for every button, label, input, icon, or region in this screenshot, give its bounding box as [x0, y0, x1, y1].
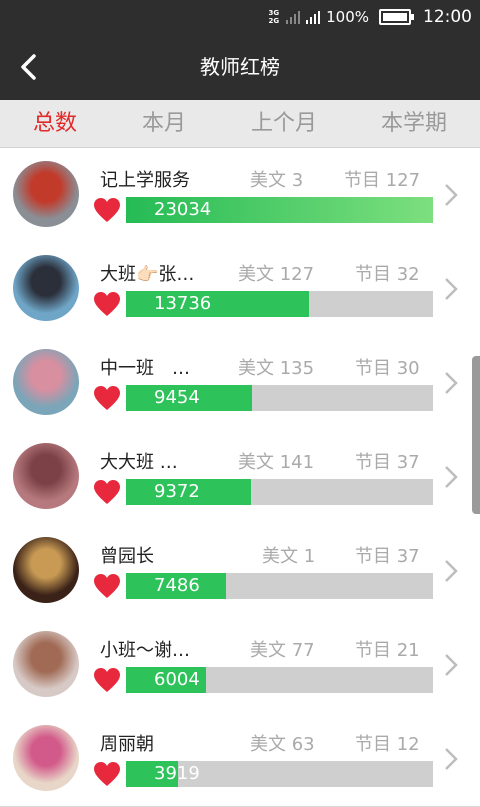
programs-count: 节目 30 [355, 358, 420, 379]
chevron-right-icon [445, 748, 458, 770]
heart-icon [94, 668, 120, 692]
avatar [13, 537, 79, 603]
heart-icon [94, 386, 120, 410]
score-bar: 3919 [126, 761, 433, 787]
score-bar: 9372 [126, 479, 433, 505]
programs-count: 节目 32 [355, 264, 420, 285]
tab-total[interactable]: 总数 [0, 100, 110, 147]
scrollbar[interactable] [472, 356, 480, 514]
score-bar: 13736 [126, 291, 433, 317]
score-value: 9372 [154, 481, 200, 502]
avatar [13, 725, 79, 791]
articles-count: 美文 3 [250, 170, 304, 191]
teacher-name: 周丽朝 [100, 734, 154, 755]
avatar [13, 161, 79, 227]
avatar [13, 349, 79, 415]
heart-icon [94, 480, 120, 504]
score-value: 7486 [154, 575, 200, 596]
list-item[interactable]: 中一班 … 美文 135 节目 30 9454 [0, 336, 480, 431]
chevron-right-icon [445, 372, 458, 394]
avatar [13, 631, 79, 697]
score-value: 3919 [154, 763, 200, 784]
list-item[interactable]: 周丽朝 美文 63 节目 12 3919 [0, 712, 480, 807]
status-bar: 3G 2G 100% 12:00 [0, 0, 480, 34]
battery-icon [379, 9, 414, 25]
chevron-right-icon [445, 560, 458, 582]
score-bar: 7486 [126, 573, 433, 599]
network-indicator: 3G 2G [268, 9, 280, 25]
heart-icon [94, 198, 120, 222]
score-value: 9454 [154, 387, 200, 408]
tab-this-month[interactable]: 本月 [109, 100, 219, 147]
heart-icon [94, 574, 120, 598]
clock: 12:00 [423, 7, 472, 27]
tab-last-month[interactable]: 上个月 [229, 100, 339, 147]
articles-count: 美文 77 [250, 640, 315, 661]
articles-count: 美文 127 [238, 264, 315, 285]
programs-count: 节目 37 [355, 546, 420, 567]
page-title: 教师红榜 [200, 55, 280, 79]
programs-count: 节目 21 [355, 640, 420, 661]
articles-count: 美文 141 [238, 452, 315, 473]
articles-count: 美文 1 [262, 546, 316, 567]
header-bar: 教师红榜 [0, 34, 480, 100]
heart-icon [94, 762, 120, 786]
teacher-name: 小班～谢… [100, 640, 190, 661]
teacher-name: 大大班 … [100, 452, 178, 473]
list-item[interactable]: 小班～谢… 美文 77 节目 21 6004 [0, 618, 480, 713]
chevron-right-icon [445, 466, 458, 488]
list-item[interactable]: 记上学服务 美文 3 节目 127 23034 [0, 148, 480, 243]
articles-count: 美文 135 [238, 358, 315, 379]
programs-count: 节目 127 [344, 170, 421, 191]
avatar [13, 255, 79, 321]
teacher-name: 大班👉🏻张… [100, 264, 195, 285]
programs-count: 节目 12 [355, 734, 420, 755]
teacher-name: 记上学服务 [100, 170, 190, 191]
signal-icon-2 [306, 11, 321, 24]
chevron-right-icon [445, 654, 458, 676]
heart-icon [94, 292, 120, 316]
teacher-name: 中一班 … [100, 358, 190, 379]
score-value: 6004 [154, 669, 200, 690]
battery-percent: 100% [326, 8, 369, 26]
ranking-list: 记上学服务 美文 3 节目 127 23034 大班👉🏻张… 美文 127 节目… [0, 148, 480, 807]
chevron-right-icon [445, 184, 458, 206]
score-bar: 23034 [126, 197, 433, 223]
score-value: 13736 [154, 293, 212, 314]
score-bar: 9454 [126, 385, 433, 411]
chevron-right-icon [445, 278, 458, 300]
teacher-name: 曾园长 [100, 546, 154, 567]
score-bar: 6004 [126, 667, 433, 693]
score-value: 23034 [154, 199, 212, 220]
signal-icon [286, 11, 301, 24]
programs-count: 节目 37 [355, 452, 420, 473]
articles-count: 美文 63 [250, 734, 315, 755]
period-tabs: 总数 本月 上个月 本学期 [0, 100, 480, 148]
tab-this-semester[interactable]: 本学期 [359, 100, 469, 147]
list-item[interactable]: 曾园长 美文 1 节目 37 7486 [0, 524, 480, 619]
list-item[interactable]: 大大班 … 美文 141 节目 37 9372 [0, 430, 480, 525]
avatar [13, 443, 79, 509]
list-item[interactable]: 大班👉🏻张… 美文 127 节目 32 13736 [0, 242, 480, 337]
